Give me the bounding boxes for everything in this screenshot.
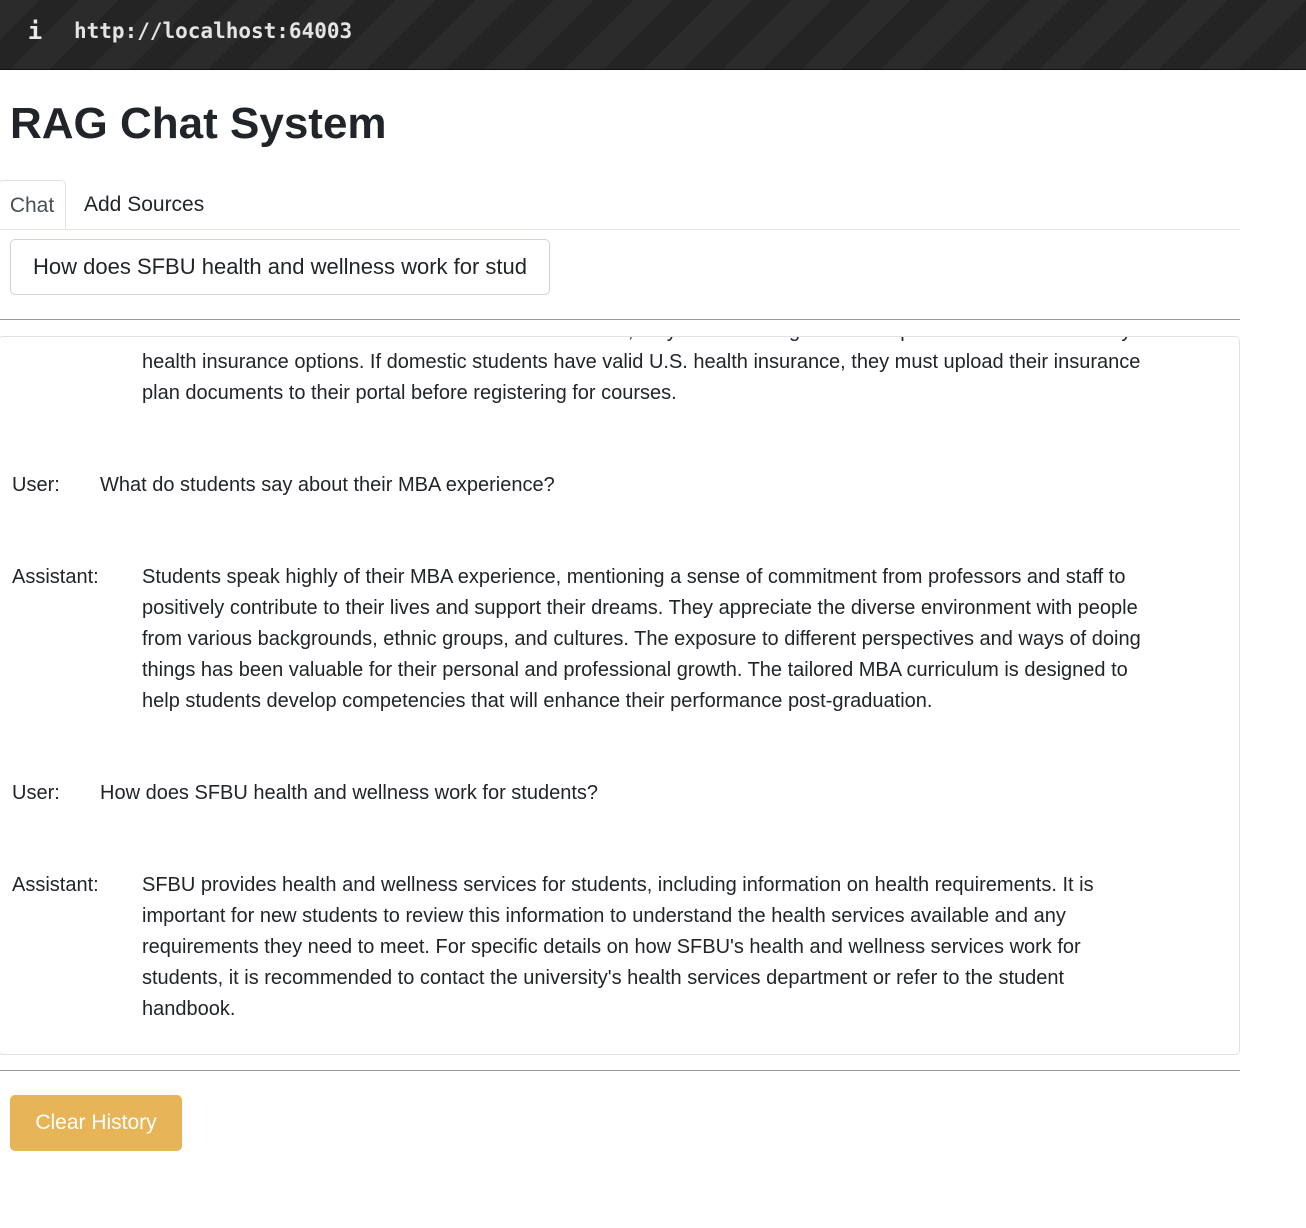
- tab-add-sources[interactable]: Add Sources: [84, 180, 204, 229]
- clear-history-button[interactable]: Clear History: [10, 1095, 182, 1151]
- address-url[interactable]: http://localhost:64003: [74, 17, 352, 45]
- chat-message-assistant-partial: International Student Insurance. For dom…: [0, 337, 1239, 416]
- tab-bar: Chat Add Sources: [0, 180, 1240, 230]
- message-line: handbook.: [142, 998, 236, 1020]
- speaker-label: User:: [12, 474, 60, 496]
- chat-history[interactable]: International Student Insurance. For dom…: [0, 336, 1240, 1055]
- message-line: positively contribute to their lives and…: [142, 597, 1138, 619]
- speaker-label: Assistant:: [12, 566, 99, 588]
- tab-chat[interactable]: Chat: [0, 180, 66, 229]
- message-line: things has been valuable for their perso…: [142, 659, 1128, 681]
- message-line: How does SFBU health and wellness work f…: [100, 782, 599, 804]
- chat-message-user: User: How does SFBU health and wellness …: [0, 778, 1239, 810]
- page-title: RAG Chat System: [10, 99, 387, 148]
- message-line: SFBU provides health and wellness servic…: [142, 874, 1094, 896]
- message-line: requirements they need to meet. For spec…: [142, 936, 1081, 958]
- message-line: students, it is recommended to contact t…: [142, 967, 1065, 989]
- message-line: health insurance options. If domestic st…: [142, 351, 1141, 373]
- message-line: plan documents to their portal before re…: [142, 382, 677, 404]
- divider: [0, 319, 1240, 320]
- message-line: from various backgrounds, ethnic groups,…: [142, 628, 1141, 650]
- speaker-label: User:: [12, 782, 60, 804]
- info-icon[interactable]: i: [26, 16, 44, 46]
- message-line: International Student Insurance. For dom…: [142, 337, 1237, 347]
- browser-address-bar: i http://localhost:64003: [0, 0, 1306, 70]
- divider: [0, 1070, 1240, 1071]
- query-input[interactable]: [10, 239, 550, 295]
- message-line: important for new students to review thi…: [142, 905, 1066, 927]
- chat-message-assistant: Assistant: Students speak highly of thei…: [0, 562, 1239, 722]
- message-line: help students develop competencies that …: [142, 690, 933, 712]
- chat-message-user: User: What do students say about their M…: [0, 470, 1239, 502]
- message-line: What do students say about their MBA exp…: [100, 474, 555, 496]
- speaker-label: Assistant:: [12, 874, 99, 896]
- message-line: Students speak highly of their MBA exper…: [142, 566, 1126, 588]
- chat-message-assistant: Assistant: SFBU provides health and well…: [0, 870, 1239, 1030]
